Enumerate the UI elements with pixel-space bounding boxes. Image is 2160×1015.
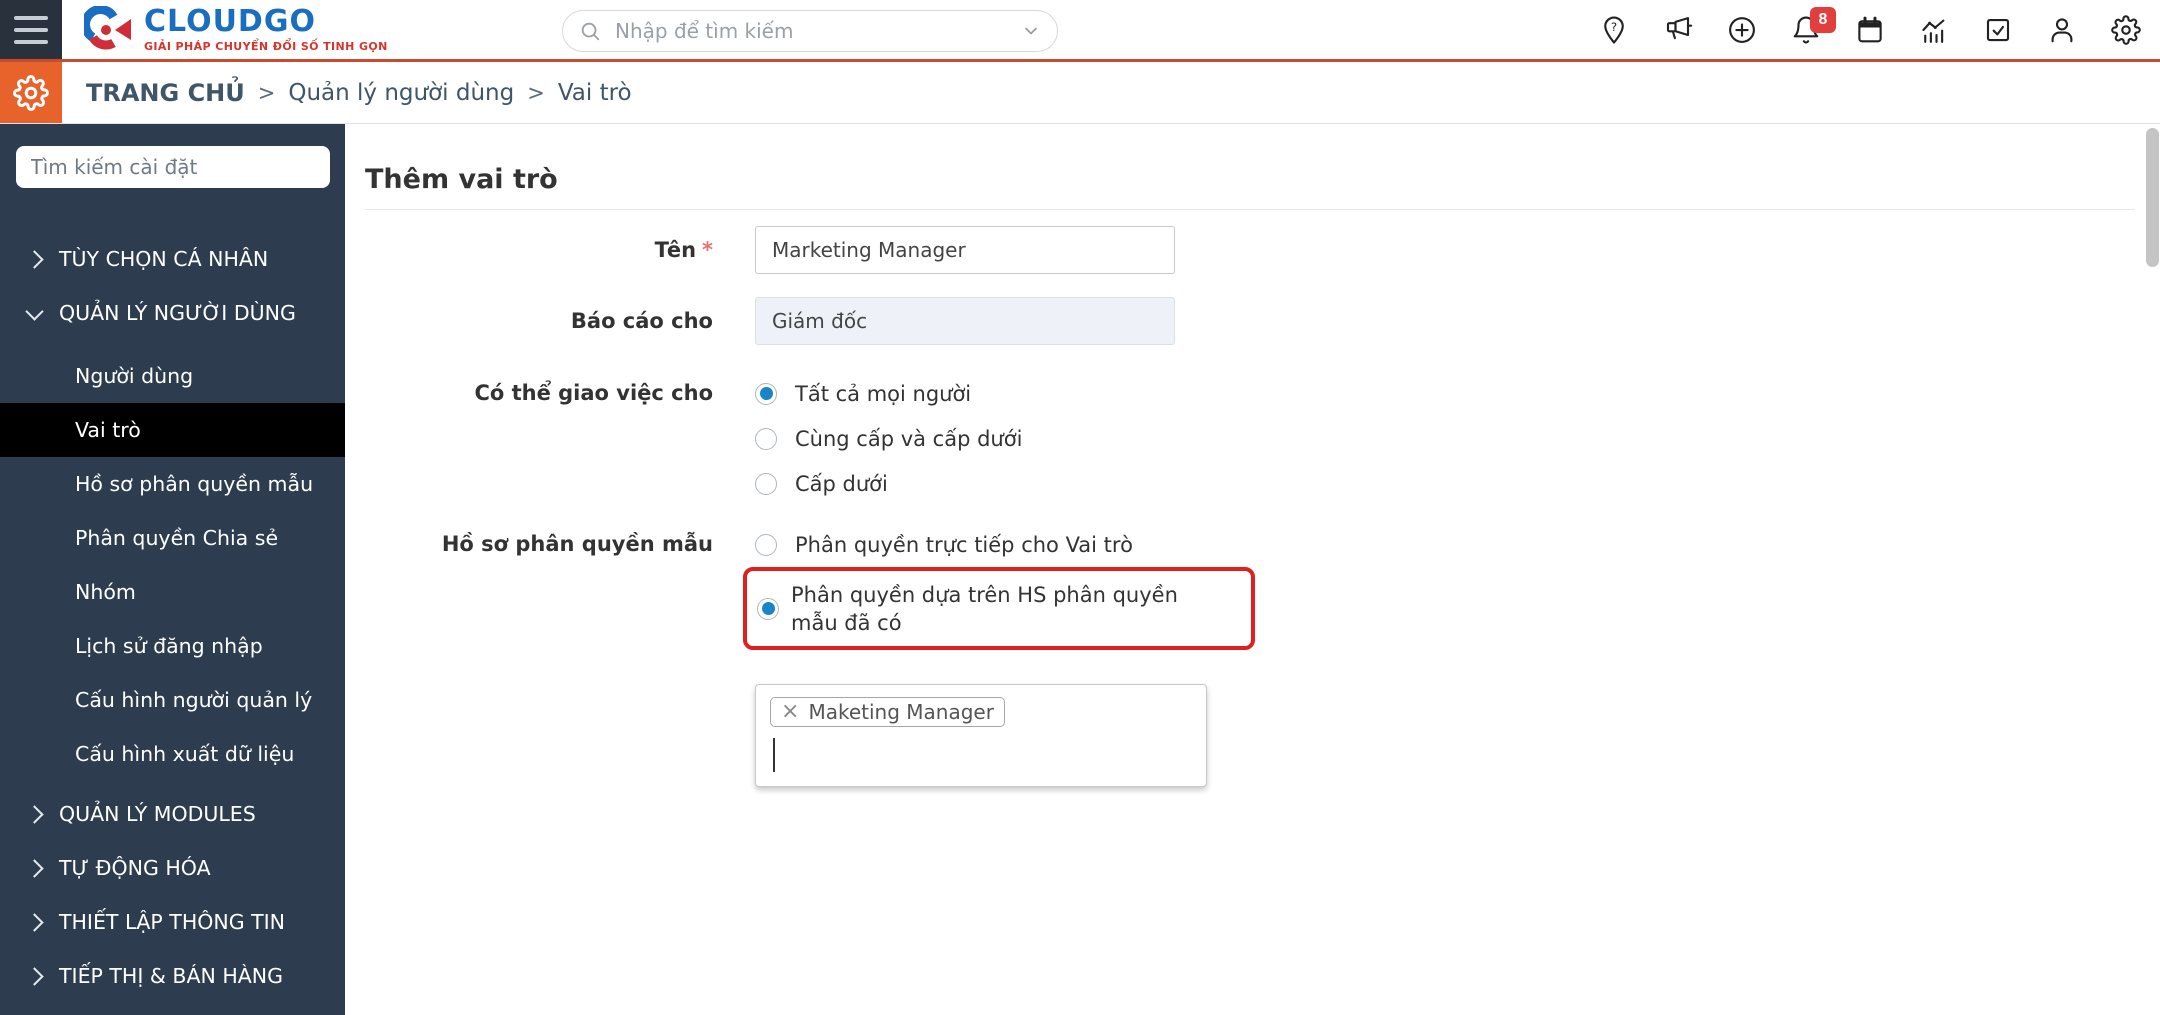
reports-to-input[interactable]	[755, 297, 1175, 345]
reports-to-label: Báo cáo cho	[345, 309, 713, 333]
breadcrumb-roles[interactable]: Vai trò	[558, 80, 632, 106]
sidebar-section-personal-options[interactable]: TÙY CHỌN CÁ NHÂN	[0, 232, 345, 286]
global-search-input[interactable]	[613, 18, 1021, 44]
sidebar-section-modules[interactable]: QUẢN LÝ MODULES	[0, 787, 345, 841]
chevron-right-icon	[25, 859, 43, 877]
name-input[interactable]	[755, 226, 1175, 274]
text-cursor	[773, 738, 775, 772]
chevron-down-icon	[25, 302, 43, 320]
cloudgo-logo[interactable]: CLOUDGO GIẢI PHÁP CHUYỂN ĐỔI SỐ TINH GỌN	[84, 6, 388, 54]
megaphone-icon[interactable]	[1662, 14, 1694, 46]
radio-button[interactable]	[755, 473, 777, 495]
sidebar-item-groups[interactable]: Nhóm	[0, 565, 345, 619]
name-label: Tên*	[345, 238, 713, 262]
profile-option-existing-annotated[interactable]: Phân quyền dựa trên HS phân quyền mẫu đã…	[743, 567, 1255, 650]
location-question-icon[interactable]: ?	[1598, 14, 1630, 46]
radio-button-checked[interactable]	[757, 598, 779, 620]
sidebar-item-permission-profiles[interactable]: Hồ sơ phân quyền mẫu	[0, 457, 345, 511]
breadcrumb-home[interactable]: TRANG CHỦ	[86, 79, 245, 107]
chevron-right-icon	[25, 805, 43, 823]
remove-tag-icon[interactable]: ×	[781, 702, 799, 722]
topbar-icon-group: ? 8	[1598, 0, 2142, 59]
add-role-form: Tên* Báo cáo cho Có thể giao việc cho	[345, 226, 2160, 787]
reports-to-field-row: Báo cáo cho	[345, 297, 2160, 345]
settings-module-icon[interactable]	[0, 62, 62, 123]
breadcrumb-separator: >	[527, 81, 545, 105]
radio-button-checked[interactable]	[755, 383, 777, 405]
vertical-scrollbar[interactable]	[2146, 128, 2159, 267]
global-search[interactable]	[562, 10, 1058, 52]
notification-badge: 8	[1810, 7, 1836, 33]
sidebar-section-marketing-sales[interactable]: TIẾP THỊ & BÁN HÀNG	[0, 949, 345, 1003]
sidebar-item-roles[interactable]: Vai trò	[0, 403, 345, 457]
profile-tags-row: × Maketing Manager	[345, 684, 2160, 787]
sidebar-search-input[interactable]	[16, 146, 330, 188]
sidebar-item-export-config[interactable]: Cấu hình xuất dữ liệu	[0, 727, 345, 781]
hamburger-menu-button[interactable]	[0, 0, 62, 59]
profile-multiselect[interactable]: × Maketing Manager	[755, 684, 1207, 787]
assign-option-same-and-below[interactable]: Cùng cấp và cấp dưới	[755, 416, 1022, 461]
required-asterisk: *	[702, 238, 713, 262]
search-icon	[579, 20, 601, 42]
settings-sidebar: TÙY CHỌN CÁ NHÂN QUẢN LÝ NGƯỜI DÙNG Ngườ…	[0, 124, 345, 1015]
app-window: CLOUDGO GIẢI PHÁP CHUYỂN ĐỔI SỐ TINH GỌN…	[0, 0, 2160, 1015]
assign-option-below[interactable]: Cấp dưới	[755, 461, 1022, 506]
calendar-icon[interactable]	[1854, 14, 1886, 46]
tag-label: Maketing Manager	[808, 700, 993, 724]
topbar: CLOUDGO GIẢI PHÁP CHUYỂN ĐỔI SỐ TINH GỌN…	[0, 0, 2160, 62]
assign-label: Có thể giao việc cho	[345, 371, 713, 416]
brand-tagline: GIẢI PHÁP CHUYỂN ĐỔI SỐ TINH GỌN	[144, 40, 388, 53]
brand-name: CLOUDGO	[144, 7, 388, 37]
sidebar-item-users[interactable]: Người dùng	[0, 349, 345, 403]
radio-button[interactable]	[755, 534, 777, 556]
settings-gear-icon[interactable]	[2110, 14, 2142, 46]
chevron-right-icon	[25, 913, 43, 931]
sidebar-sublist-user-management: Người dùng Vai trò Hồ sơ phân quyền mẫu …	[0, 349, 345, 781]
chevron-right-icon	[25, 967, 43, 985]
main-content: Thêm vai trò Tên* Báo cáo cho	[345, 124, 2160, 1015]
assign-option-everyone[interactable]: Tất cả mọi người	[755, 371, 1022, 416]
sidebar-item-login-history[interactable]: Lịch sử đăng nhập	[0, 619, 345, 673]
chevron-down-icon[interactable]	[1021, 21, 1041, 41]
title-divider	[365, 209, 2135, 210]
profile-label: Hồ sơ phân quyền mẫu	[345, 522, 713, 567]
radio-button[interactable]	[755, 428, 777, 450]
breadcrumb: TRANG CHỦ > Quản lý người dùng > Vai trò	[86, 79, 632, 107]
breadcrumb-user-management[interactable]: Quản lý người dùng	[288, 80, 514, 106]
breadcrumb-separator: >	[258, 81, 276, 105]
sidebar-item-sharing-permissions[interactable]: Phân quyền Chia sẻ	[0, 511, 345, 565]
cloudgo-logo-icon	[84, 6, 132, 54]
page-title: Thêm vai trò	[365, 160, 2160, 200]
selected-profile-tag[interactable]: × Maketing Manager	[770, 697, 1005, 727]
sidebar-section-info-setup[interactable]: THIẾT LẬP THÔNG TIN	[0, 895, 345, 949]
assign-field-row: Có thể giao việc cho Tất cả mọi người Cù…	[345, 371, 2160, 506]
sidebar-section-automation[interactable]: TỰ ĐỘNG HÓA	[0, 841, 345, 895]
notifications-bell-icon[interactable]: 8	[1790, 14, 1822, 46]
name-field-row: Tên*	[345, 226, 2160, 274]
tasks-checkbox-icon[interactable]	[1982, 14, 2014, 46]
analytics-icon[interactable]	[1918, 14, 1950, 46]
user-profile-icon[interactable]	[2046, 14, 2078, 46]
sidebar-item-manager-config[interactable]: Cấu hình người quản lý	[0, 673, 345, 727]
breadcrumb-bar: TRANG CHỦ > Quản lý người dùng > Vai trò	[0, 62, 2160, 124]
profile-field-row: Hồ sơ phân quyền mẫu Phân quyền trực tiế…	[345, 522, 2160, 650]
svg-text:?: ?	[1611, 19, 1617, 33]
profile-option-direct[interactable]: Phân quyền trực tiếp cho Vai trò	[755, 522, 1255, 567]
plus-circle-icon[interactable]	[1726, 14, 1758, 46]
sidebar-section-user-management[interactable]: QUẢN LÝ NGƯỜI DÙNG	[0, 286, 345, 340]
chevron-right-icon	[25, 250, 43, 268]
